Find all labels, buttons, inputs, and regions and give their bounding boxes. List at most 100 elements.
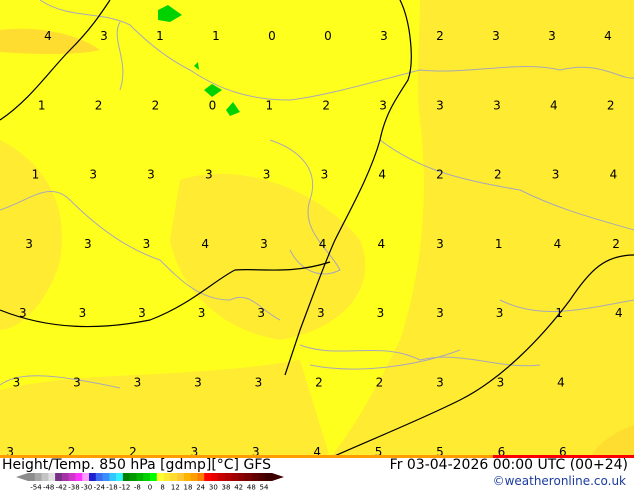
colorbar-swatch: [28, 473, 36, 481]
temperature-label: 4: [615, 306, 623, 320]
colorbar-tick-label: -24: [94, 484, 106, 490]
colorbar-tick-label: 48: [247, 484, 256, 490]
temperature-label: 4: [604, 29, 612, 43]
colorbar-swatch: [102, 473, 110, 481]
colorbar-tick-label: -48: [43, 484, 54, 490]
colorbar-swatch: [190, 473, 198, 481]
temperature-label: 3: [552, 168, 560, 182]
colorbar-tick-label: -18: [106, 484, 117, 490]
colorbar-swatch: [116, 473, 124, 481]
colorbar-swatch: [150, 473, 158, 481]
credit-link[interactable]: ©weatheronline.co.uk: [493, 474, 626, 488]
temperature-label: 3: [321, 168, 329, 182]
colorbar-swatch: [75, 473, 83, 481]
colorbar-swatch: [163, 473, 171, 481]
temperature-label: 2: [612, 237, 620, 251]
colorbar-swatch: [244, 473, 252, 481]
temperature-label: 3: [436, 306, 444, 320]
colorbar-swatch: [68, 473, 76, 481]
colorbar-swatch: [265, 473, 273, 481]
colorbar-swatch: [82, 473, 90, 481]
forecast-datetime: Fr 03-04-2026 00:00 UTC (00+24): [389, 457, 628, 473]
colorbar-tick-label: 0: [148, 484, 152, 490]
colorbar-swatch: [177, 473, 185, 481]
temperature-label: 3: [436, 237, 444, 251]
colorbar-tick-label: -54: [30, 484, 42, 490]
colorbar-tick-label: 38: [222, 484, 231, 490]
colorbar-tick-label: 42: [234, 484, 243, 490]
temperature-label: 1: [555, 306, 563, 320]
colorbar-swatch: [55, 473, 63, 481]
colorbar-swatch: [231, 473, 239, 481]
colorbar-swatch: [183, 473, 191, 481]
colorbar-swatch: [238, 473, 246, 481]
colorbar-tick-label: -30: [81, 484, 92, 490]
colorbar-swatch: [156, 473, 164, 481]
colorbar-swatch: [95, 473, 103, 481]
colorbar-tick-label: 54: [260, 484, 269, 490]
colorbar-tick-label: 30: [209, 484, 218, 490]
temperature-label: 4: [44, 29, 52, 43]
temperature-label: 3: [436, 376, 444, 390]
colorbar-tick-label: -42: [56, 484, 67, 490]
temperature-label: 0: [324, 29, 332, 43]
colorbar-swatch: [61, 473, 69, 481]
temperature-label: 4: [557, 376, 565, 390]
temperature-label: 3: [493, 98, 501, 112]
colorbar-swatch: [122, 473, 130, 481]
colorbar-swatch: [89, 473, 97, 481]
temperature-label: 3: [260, 237, 268, 251]
temperature-label: 3: [436, 98, 444, 112]
temperature-label: 3: [257, 306, 265, 320]
colorbar-arrow-right: [272, 473, 284, 481]
temperature-label: 4: [554, 237, 562, 251]
temperature-label: 3: [205, 168, 213, 182]
colorbar-swatch: [258, 473, 266, 481]
temperature-label: 1: [212, 29, 220, 43]
temperature-label: 3: [263, 168, 271, 182]
temperature-label: 2: [315, 376, 323, 390]
colorbar-swatch: [224, 473, 232, 481]
colorbar-swatch: [129, 473, 137, 481]
temperature-label: 2: [436, 168, 444, 182]
temperature-label: 4: [201, 237, 209, 251]
temperature-label: 3: [194, 376, 202, 390]
temperature-label: 2: [376, 376, 384, 390]
temperature-label: 1: [38, 98, 46, 112]
temperature-label: 3: [379, 98, 387, 112]
colorbar-swatch: [211, 473, 219, 481]
temperature-label: 3: [100, 29, 108, 43]
colorbar-swatch: [34, 473, 42, 481]
temperature-label: 3: [143, 237, 151, 251]
temperature-label: 3: [25, 237, 33, 251]
temperature-label: 3: [138, 306, 146, 320]
temperature-label: 2: [436, 29, 444, 43]
temperature-label: 2: [152, 98, 160, 112]
colorbar-swatch: [48, 473, 56, 481]
colorbar-swatch: [136, 473, 144, 481]
temperature-label: 1: [32, 168, 40, 182]
temperature-label: 3: [548, 29, 556, 43]
colorbar-swatch: [217, 473, 225, 481]
colorbar-tick-label: 24: [196, 484, 205, 490]
temperature-label: 3: [492, 29, 500, 43]
temperature-label: 3: [377, 306, 385, 320]
colorbar-swatch: [204, 473, 212, 481]
colorbar-tick-label: -38: [68, 484, 79, 490]
temperature-label: 2: [95, 98, 103, 112]
temperature-label: 3: [84, 237, 92, 251]
temperature-label: 3: [147, 168, 155, 182]
temperature-label: 3: [19, 306, 27, 320]
colorbar-swatch: [251, 473, 259, 481]
temperature-label: 1: [265, 98, 273, 112]
temperature-label: 3: [198, 306, 206, 320]
temperature-label: 4: [378, 168, 386, 182]
temperature-label: 3: [13, 376, 21, 390]
temperature-label: 0: [268, 29, 276, 43]
colorbar-arrow-left: [16, 473, 28, 481]
colorbar-tick-label: -8: [134, 484, 141, 490]
colorbar-tick-label: 8: [160, 484, 164, 490]
temperature-label: 1: [495, 237, 503, 251]
colorbar-swatch: [197, 473, 205, 481]
temperature-label: 3: [89, 168, 97, 182]
